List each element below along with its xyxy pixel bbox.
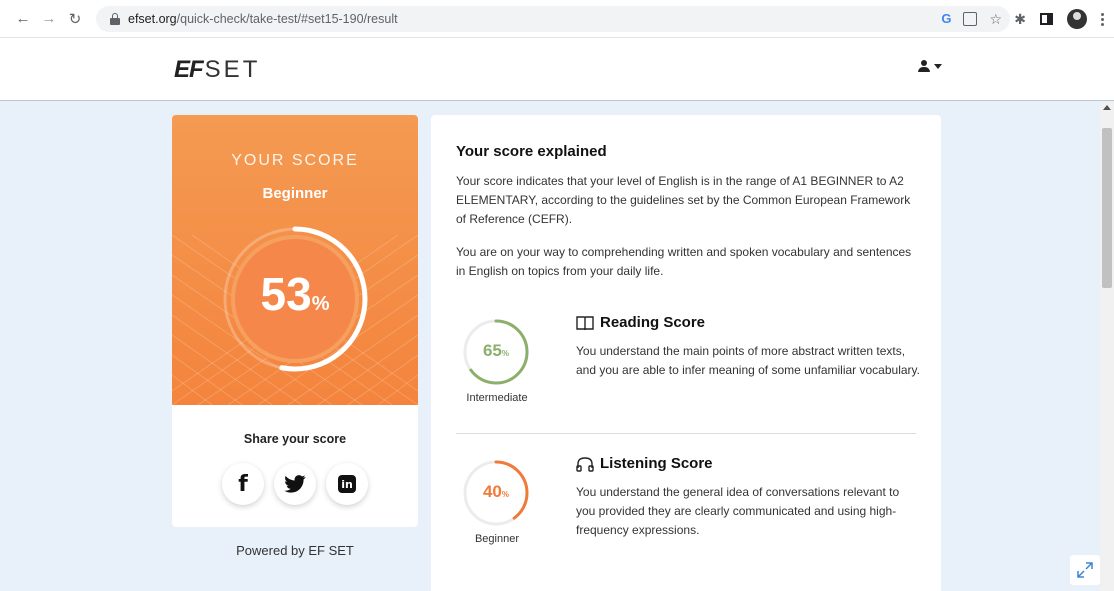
book-icon — [576, 315, 594, 330]
browser-toolbar: ← → ↻ efset.org/quick-check/take-test/#s… — [0, 0, 1114, 38]
twitter-icon — [284, 475, 306, 493]
reading-score-text: You understand the main points of more a… — [576, 344, 920, 377]
page-scrollbar[interactable] — [1100, 102, 1114, 591]
extensions-icon[interactable]: ✱ — [1014, 11, 1026, 28]
share-title: Share your score — [243, 432, 347, 446]
bookmark-star-icon[interactable]: ☆ — [989, 12, 1002, 26]
facebook-icon: f — [238, 471, 248, 497]
listening-score-text: You understand the general idea of conve… — [576, 485, 900, 537]
logo-ef: EF — [174, 56, 204, 83]
score-explanation-card: Your score explained Your score indicate… — [431, 115, 941, 591]
powered-by: Powered by EF SET — [236, 543, 354, 558]
url-path: /quick-check/take-test/#set15-190/result — [176, 12, 398, 26]
linkedin-icon: in — [338, 475, 356, 493]
score-card: YOUR SCORE Beginner 53% Share your score… — [172, 115, 418, 527]
linkedin-share-button[interactable]: in — [326, 463, 368, 505]
score-banner: YOUR SCORE Beginner 53% — [172, 115, 418, 405]
scroll-thumb[interactable] — [1102, 128, 1112, 288]
twitter-share-button[interactable] — [274, 463, 316, 505]
listening-score-percent: 40% — [462, 477, 530, 510]
share-page-icon[interactable] — [963, 11, 978, 26]
listening-score-section: 40% Beginner Listening Score You underst… — [456, 451, 921, 561]
scroll-up-arrow-icon[interactable] — [1103, 105, 1111, 110]
listening-score-unit: % — [501, 490, 510, 499]
lock-icon — [110, 13, 120, 25]
reading-level: Intermediate — [466, 392, 528, 404]
caret-down-icon — [934, 63, 942, 69]
overall-score-unit: % — [311, 293, 330, 315]
explanation-title: Your score explained — [456, 143, 607, 160]
overall-score-percent: 53% — [219, 263, 371, 335]
reload-icon[interactable]: ↻ — [64, 8, 86, 30]
url-text: efset.org/quick-check/take-test/#set15-1… — [128, 12, 398, 26]
headphones-icon — [576, 456, 594, 472]
user-icon — [918, 60, 930, 72]
url-host: efset.org — [128, 12, 177, 26]
menu-kebab-icon[interactable] — [1101, 12, 1104, 26]
efset-logo[interactable]: EF SET — [174, 56, 260, 84]
score-level: Beginner — [262, 185, 328, 202]
expand-icon — [1077, 562, 1093, 578]
explanation-paragraph-1: Your score indicates that your level of … — [456, 174, 911, 226]
listening-score-value: 40 — [482, 482, 502, 501]
profile-avatar[interactable] — [1067, 9, 1087, 29]
reading-score-value: 65 — [482, 341, 502, 360]
explanation-paragraph-2: You are on your way to comprehending wri… — [456, 245, 912, 278]
forward-arrow-icon[interactable]: → — [38, 8, 60, 30]
reading-score-percent: 65% — [462, 336, 530, 369]
listening-score-title: Listening Score — [600, 455, 713, 472]
site-header: EF SET — [0, 38, 1114, 101]
section-divider — [456, 433, 916, 434]
listening-level: Beginner — [474, 533, 520, 545]
expand-button[interactable] — [1070, 555, 1100, 585]
overall-score-value: 53 — [260, 268, 312, 320]
back-arrow-icon[interactable]: ← — [12, 8, 34, 30]
reading-score-unit: % — [501, 349, 510, 358]
facebook-share-button[interactable]: f — [222, 463, 264, 505]
your-score-heading: YOUR SCORE — [231, 152, 359, 169]
reading-score-title: Reading Score — [600, 314, 706, 331]
share-buttons: f in — [222, 463, 368, 505]
reading-score-section: 65% Intermediate Reading Score You under… — [456, 310, 921, 420]
address-bar[interactable]: efset.org/quick-check/take-test/#set15-1… — [96, 6, 1010, 32]
google-icon[interactable]: G — [941, 11, 951, 26]
side-panel-icon[interactable] — [1040, 13, 1053, 25]
logo-set: SET — [204, 56, 261, 83]
user-menu-button[interactable] — [918, 60, 942, 72]
